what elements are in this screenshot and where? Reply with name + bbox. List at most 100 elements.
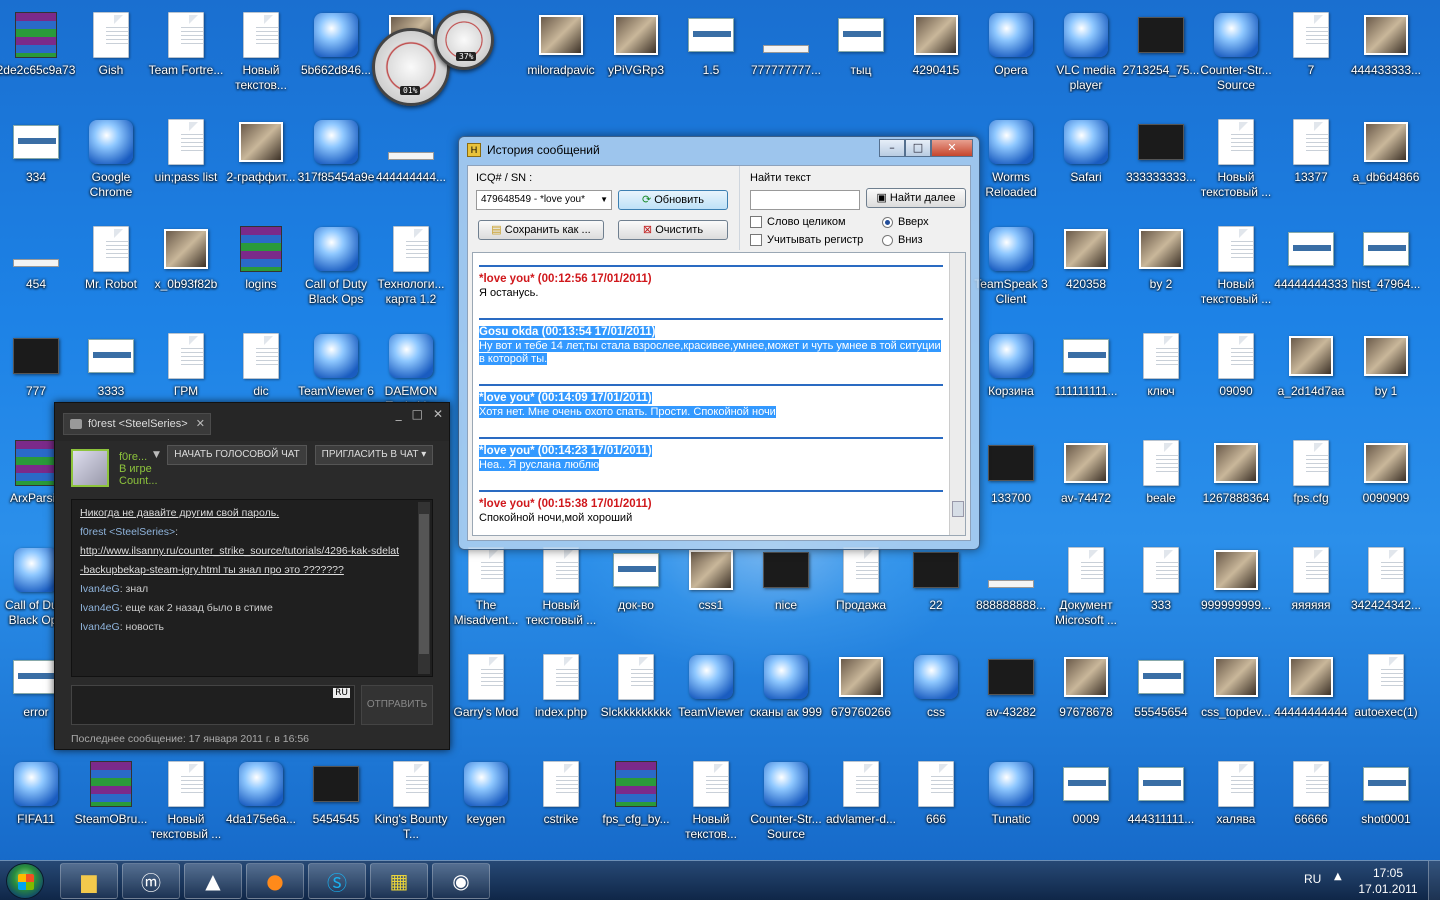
desktop-icon[interactable]: TeamViewer: [674, 646, 748, 746]
desktop-icon[interactable]: 97678678: [1049, 646, 1123, 746]
desktop-icon[interactable]: FIFA11: [0, 753, 73, 853]
message-item[interactable]: *love you* (00:14:09 17/01/2011) Хотя нет…: [479, 384, 943, 425]
find-text-input[interactable]: [750, 190, 860, 210]
desktop-icon[interactable]: 22: [899, 539, 973, 639]
history-scrollbar[interactable]: [949, 253, 965, 535]
user-menu-chevron-icon[interactable]: ▼: [153, 450, 160, 460]
cpu-meter-gadget[interactable]: 01% 37%: [372, 10, 498, 106]
desktop-icon[interactable]: халява: [1199, 753, 1273, 853]
chat-nick[interactable]: f0rest <SteelSeries>: [80, 526, 175, 538]
desktop-icon[interactable]: 7: [1274, 4, 1348, 104]
chat-nick[interactable]: Ivan4eG: [80, 621, 120, 633]
invite-to-chat-button[interactable]: ПРИГЛАСИТЬ В ЧАТ ▾: [315, 445, 433, 465]
desktop-icon[interactable]: autoexec(1): [1349, 646, 1423, 746]
desktop-icon[interactable]: hist_47964...: [1349, 218, 1423, 318]
desktop-icon[interactable]: ключ: [1124, 325, 1198, 425]
desktop-icon[interactable]: 1267888364: [1199, 432, 1273, 532]
desktop-icon[interactable]: The Misadvent...: [449, 539, 523, 639]
desktop-icon[interactable]: Tunatic: [974, 753, 1048, 853]
desktop-icon[interactable]: 5b662d846...: [299, 4, 373, 104]
tray-expand-icon[interactable]: ▲: [1334, 871, 1342, 882]
chat-nick[interactable]: Ivan4eG: [80, 583, 120, 595]
chat-scrollbar[interactable]: [418, 502, 430, 674]
language-indicator[interactable]: RU: [1304, 872, 1321, 886]
chat-message-input[interactable]: RU: [71, 685, 355, 725]
desktop-icon[interactable]: css1: [674, 539, 748, 639]
desktop-icon[interactable]: яяяяяя: [1274, 539, 1348, 639]
history-scroll-thumb[interactable]: [952, 501, 964, 517]
find-next-button[interactable]: ▣ Найти далее: [866, 188, 966, 208]
desktop-icon[interactable]: cstrike: [524, 753, 598, 853]
desktop-icon[interactable]: Mr. Robot: [74, 218, 148, 318]
desktop-icon[interactable]: Google Chrome: [74, 111, 148, 211]
desktop-icon[interactable]: 2de2c65c9a73: [0, 4, 75, 104]
taskbar-firefox-button[interactable]: ●: [246, 863, 304, 899]
chat-titlebar[interactable]: f0rest <SteelSeries> ✕ _ □ ✕: [55, 403, 449, 441]
chat-scroll-thumb[interactable]: [419, 514, 429, 654]
desktop-icon[interactable]: 444433333...: [1349, 4, 1423, 104]
desktop-icon[interactable]: сканы ак 999: [749, 646, 823, 746]
desktop-icon[interactable]: by 1: [1349, 325, 1423, 425]
desktop-icon[interactable]: fps_cfg_by...: [599, 753, 673, 853]
desktop-icon[interactable]: index.php: [524, 646, 598, 746]
desktop-icon[interactable]: 454: [0, 218, 73, 318]
desktop-icon[interactable]: 444444444...: [374, 111, 448, 211]
desktop-icon[interactable]: a_2d14d7aa: [1274, 325, 1348, 425]
desktop-icon[interactable]: av-74472: [1049, 432, 1123, 532]
desktop-icon[interactable]: Team Fortre...: [149, 4, 223, 104]
desktop-icon[interactable]: 333: [1124, 539, 1198, 639]
steam-chat-window[interactable]: f0rest <SteelSeries> ✕ _ □ ✕ f0re... В и…: [54, 402, 450, 750]
desktop-icon[interactable]: Slckkkkkkkkk: [599, 646, 673, 746]
desktop-icon[interactable]: Safari: [1049, 111, 1123, 211]
desktop-icon[interactable]: 44444444444: [1274, 646, 1348, 746]
desktop-icon[interactable]: Counter-Str... Source: [1199, 4, 1273, 104]
taskbar-maxthon-button[interactable]: ⓜ: [122, 863, 180, 899]
desktop-icon[interactable]: shot0001: [1349, 753, 1423, 853]
desktop-icon[interactable]: 777777777...: [749, 4, 823, 104]
message-item[interactable]: *love you* (00:14:23 17/01/2011) Неа.. Я …: [479, 437, 943, 478]
desktop-icon[interactable]: 317f85454a9e: [298, 111, 374, 211]
desktop-icon[interactable]: beale: [1124, 432, 1198, 532]
desktop-icon[interactable]: 0090909: [1349, 432, 1423, 532]
desktop-icon[interactable]: 09090: [1199, 325, 1273, 425]
desktop-icon[interactable]: css: [899, 646, 973, 746]
desktop-icon[interactable]: av-43282: [974, 646, 1048, 746]
desktop-icon[interactable]: 999999999...: [1199, 539, 1273, 639]
desktop-icon[interactable]: 44444444333: [1274, 218, 1348, 318]
desktop-icon[interactable]: 342424342...: [1349, 539, 1423, 639]
desktop-icon[interactable]: Новый текстовый ...: [1199, 218, 1273, 318]
chat-nick[interactable]: Ivan4eG: [80, 602, 120, 614]
desktop-icon[interactable]: 0009: [1049, 753, 1123, 853]
match-case-checkbox[interactable]: Учитывать регистр: [750, 234, 863, 246]
desktop-icon[interactable]: Новый текстовый ...: [524, 539, 598, 639]
direction-down-radio[interactable]: Вниз: [882, 234, 923, 246]
desktop-icon[interactable]: Counter-Str... Source: [749, 753, 823, 853]
desktop-icon[interactable]: 66666: [1274, 753, 1348, 853]
taskbar-skype-button[interactable]: Ⓢ: [308, 863, 366, 899]
desktop-icon[interactable]: Новый текстовый ...: [149, 753, 223, 853]
save-as-button[interactable]: ▤ Сохранить как ...: [478, 220, 604, 240]
taskbar-explorer-button[interactable]: ▆: [60, 863, 118, 899]
start-button[interactable]: [6, 863, 44, 899]
contact-select[interactable]: 479648549 - *love you*: [476, 190, 612, 210]
start-voice-chat-button[interactable]: НАЧАТЬ ГОЛОСОВОЙ ЧАТ: [167, 445, 307, 465]
desktop-icon[interactable]: advlamer-d...: [824, 753, 898, 853]
desktop-icon[interactable]: 334: [0, 111, 73, 211]
desktop-icon[interactable]: 5454545: [299, 753, 373, 853]
maximize-button[interactable]: □: [905, 139, 931, 157]
desktop-icon[interactable]: 2713254_75...: [1123, 4, 1199, 104]
desktop-icon[interactable]: Корзина: [974, 325, 1048, 425]
desktop-icon[interactable]: SteamOBru...: [74, 753, 148, 853]
chat-link[interactable]: http://www.ilsanny.ru/counter_strike_sou…: [80, 545, 399, 557]
desktop-icon[interactable]: yPiVGRp3: [599, 4, 673, 104]
desktop-icon[interactable]: 1.5: [674, 4, 748, 104]
desktop-icon[interactable]: 4290415: [899, 4, 973, 104]
avatar[interactable]: [71, 449, 109, 487]
desktop-icon[interactable]: 111111111...: [1049, 325, 1123, 425]
desktop-icon[interactable]: x_0b93f82b: [149, 218, 223, 318]
desktop-icon[interactable]: TeamSpeak 3 Client: [974, 218, 1048, 318]
desktop-icon[interactable]: 55545654: [1124, 646, 1198, 746]
minimize-button[interactable]: –: [879, 139, 905, 157]
clock[interactable]: 17:05 17.01.2011: [1352, 865, 1424, 897]
desktop-icon[interactable]: logins: [224, 218, 298, 318]
